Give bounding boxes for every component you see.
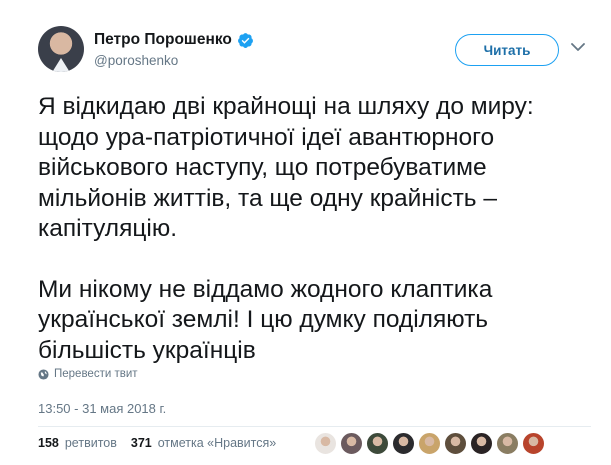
liker-avatar[interactable] [444,432,467,455]
author-block: Петро Порошенко @poroshenko [94,31,254,68]
liker-avatar[interactable] [392,432,415,455]
tweet-stats: 158 ретвитов 371 отметка «Нравится» [38,436,284,450]
tweet-header: Петро Порошенко @poroshenko Читать [38,22,591,78]
tweet-paragraph: Я відкидаю дві крайнощі на шляху до миру… [38,93,534,242]
avatar[interactable] [38,26,84,72]
likes-count[interactable]: 371 [131,436,152,450]
globe-icon [38,368,49,380]
follow-button[interactable]: Читать [455,34,559,66]
retweets-count[interactable]: 158 [38,436,59,450]
tweet-paragraph: Ми нікому не віддамо жодного клаптика ук… [38,275,493,364]
author-handle[interactable]: @poroshenko [94,53,254,68]
tweet-timestamp[interactable]: 13:50 - 31 мая 2018 г. [38,401,166,416]
translate-label[interactable]: Перевести твит [54,368,138,380]
liker-avatar[interactable] [522,432,545,455]
retweets-label[interactable]: ретвитов [65,436,117,450]
likes-label[interactable]: отметка «Нравится» [158,436,277,450]
avatar-shirt [51,58,71,72]
author-name[interactable]: Петро Порошенко [94,31,232,49]
liker-avatar[interactable] [418,432,441,455]
liker-avatar[interactable] [496,432,519,455]
chevron-down-icon[interactable] [571,42,585,52]
liker-avatar[interactable] [470,432,493,455]
author-name-row: Петро Порошенко [94,31,254,49]
tweet-text: Я відкидаю дві крайнощі на шляху до миру… [38,92,598,366]
verified-badge-icon [237,32,253,48]
translate-link[interactable]: Перевести твит [38,368,138,380]
liker-avatar[interactable] [366,432,389,455]
divider [38,426,591,427]
liker-avatars [314,432,545,455]
liker-avatar[interactable] [340,432,363,455]
liker-avatar[interactable] [314,432,337,455]
